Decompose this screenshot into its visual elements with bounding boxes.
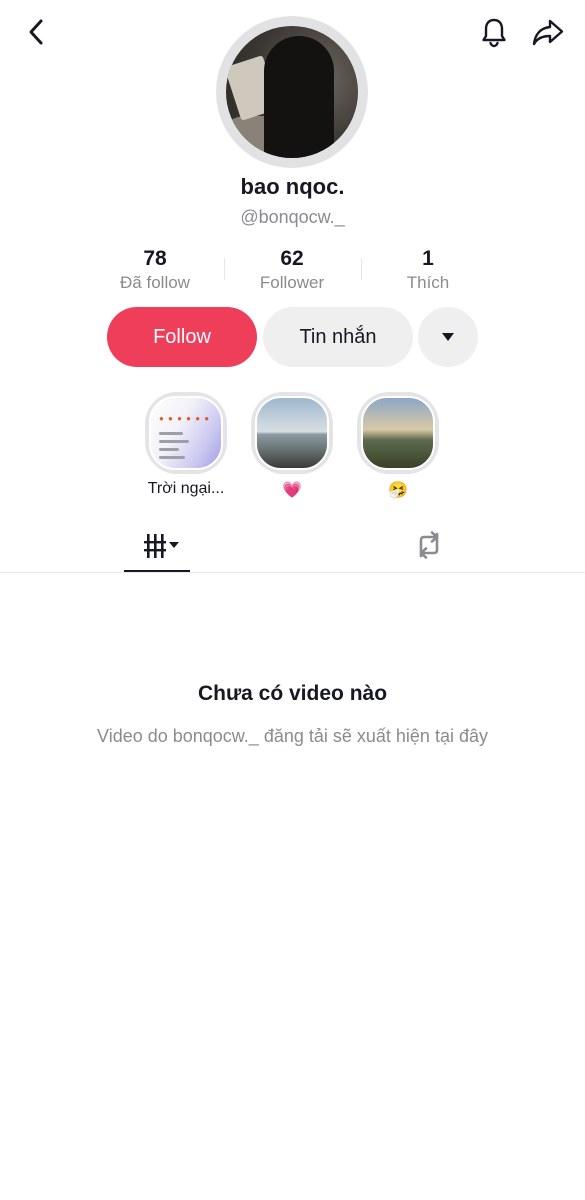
display-name: bao nqoc.: [240, 174, 345, 199]
highlight-thumbnail: [255, 396, 329, 470]
empty-state-subtitle: Video do bonqocw._ đăng tải sẽ xuất hiện…: [97, 726, 488, 746]
chevron-left-icon: [29, 19, 43, 45]
following-label: Đã follow: [120, 273, 190, 292]
tab-videos[interactable]: [124, 528, 190, 570]
tab-reposts[interactable]: [396, 528, 462, 570]
empty-state-title: Chưa có video nào: [197, 682, 388, 705]
share-button[interactable]: [526, 10, 570, 54]
followers-count: 62: [280, 247, 304, 270]
highlight-item[interactable]: 💗: [251, 392, 333, 500]
highlight-caption: Trời ngại...: [147, 480, 225, 497]
tab-bar-divider: [0, 572, 585, 573]
stat-divider: [224, 258, 225, 280]
username: @bonqocw._: [240, 207, 345, 227]
likes-label: Thích: [406, 273, 450, 292]
highlight-caption: 🤧: [388, 482, 408, 499]
repost-icon: [419, 531, 439, 559]
video-grid-icon: [144, 534, 179, 558]
following-count: 78: [143, 247, 167, 270]
highlight-caption: 💗: [282, 482, 302, 499]
message-button[interactable]: Tin nhắn: [263, 307, 413, 367]
highlight-item[interactable]: 🤧: [357, 392, 439, 500]
more-options-button[interactable]: [418, 307, 478, 367]
highlight-thumbnail: [361, 396, 435, 470]
followers-label: Follower: [259, 273, 325, 292]
following-stat[interactable]: 78 Đã follow: [95, 246, 215, 294]
followers-stat[interactable]: 62 Follower: [232, 246, 352, 294]
avatar-image: [226, 26, 358, 158]
stat-divider: [361, 258, 362, 280]
avatar[interactable]: [216, 16, 368, 168]
highlight-item[interactable]: ● ● ● ● ● ● Trời ngại...: [145, 392, 227, 498]
highlight-thumbnail: ● ● ● ● ● ●: [149, 396, 223, 470]
back-button[interactable]: [14, 12, 58, 52]
bell-icon: [482, 18, 506, 48]
caret-down-icon: [442, 333, 454, 341]
likes-count: 1: [422, 247, 434, 270]
likes-stat[interactable]: 1 Thích: [368, 246, 488, 294]
follow-button[interactable]: Follow: [107, 307, 257, 367]
notifications-button[interactable]: [472, 10, 516, 54]
share-arrow-icon: [532, 19, 564, 46]
